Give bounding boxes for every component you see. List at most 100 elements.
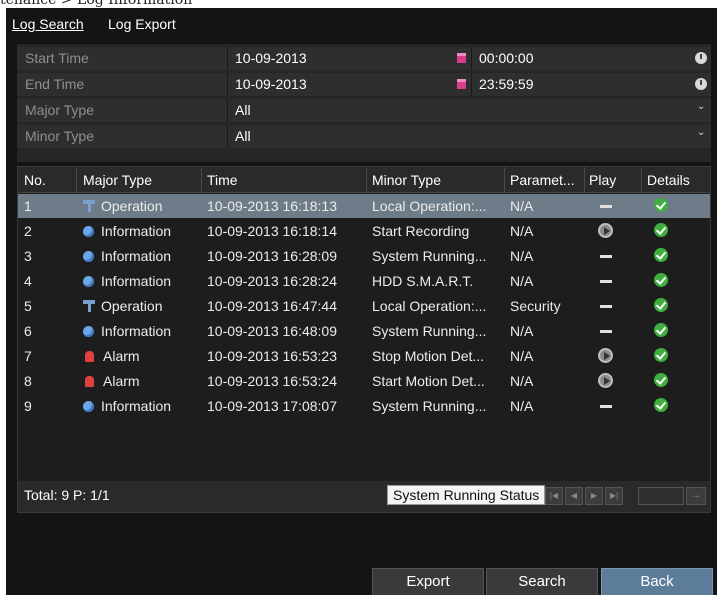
- table-row[interactable]: 2 Information 10-09-2013 16:18:14 Start Rec…: [18, 219, 710, 243]
- details-icon[interactable]: [654, 348, 668, 362]
- last-page-icon[interactable]: ▶|: [605, 487, 623, 505]
- end-date-field[interactable]: 10-09-2013: [235, 76, 307, 92]
- row-minor-type: Start Motion Det...: [372, 373, 485, 389]
- major-type-select[interactable]: All: [235, 102, 251, 118]
- row-minor-type: System Running...: [372, 248, 487, 264]
- table-row[interactable]: 1 Operation 10-09-2013 16:18:13 Local Opera…: [18, 194, 710, 218]
- row-time: 10-09-2013 16:47:44: [207, 298, 337, 314]
- end-time-field[interactable]: 23:59:59: [479, 76, 534, 92]
- details-icon[interactable]: [654, 323, 668, 337]
- row-minor-type: Local Operation:...: [372, 198, 487, 214]
- column-play: Play: [589, 172, 617, 188]
- row-major-type: Information: [83, 273, 199, 289]
- row-no: 8: [24, 373, 32, 389]
- row-minor-type: Stop Motion Det...: [372, 348, 485, 364]
- table-row[interactable]: 4 Information 10-09-2013 16:28:24 HDD S.M.A…: [18, 269, 710, 293]
- tab-bar: Log Search Log Export: [6, 8, 717, 42]
- details-icon[interactable]: [654, 273, 668, 287]
- start-date-field[interactable]: 10-09-2013: [235, 50, 307, 66]
- table-row[interactable]: 7 Alarm 10-09-2013 16:53:23 Stop Motion Det…: [18, 344, 710, 368]
- no-play-icon: [600, 405, 612, 408]
- row-time: 10-09-2013 16:18:13: [207, 198, 337, 214]
- table-row[interactable]: 8 Alarm 10-09-2013 16:53:24 Start Motion De…: [18, 369, 710, 393]
- column-minor-type: Minor Type: [372, 172, 441, 188]
- calendar-icon[interactable]: [457, 53, 466, 63]
- column-major-type: Major Type: [83, 172, 152, 188]
- operation-icon: [83, 300, 95, 312]
- row-minor-type: System Running...: [372, 323, 487, 339]
- table-row[interactable]: 9 Information 10-09-2013 17:08:07 System Ru…: [18, 394, 710, 418]
- information-icon: [83, 401, 94, 412]
- row-parameter: N/A: [510, 198, 534, 214]
- row-major-type-label: Alarm: [103, 348, 140, 364]
- row-parameter: N/A: [510, 248, 534, 264]
- row-time: 10-09-2013 16:53:23: [207, 348, 337, 364]
- page-number-input[interactable]: [638, 487, 684, 505]
- minor-type-row: Minor Type All ⌄: [17, 125, 711, 148]
- details-icon[interactable]: [654, 398, 668, 412]
- table-header: No. Major Type Time Minor Type Paramet..…: [18, 167, 710, 193]
- calendar-icon[interactable]: [457, 79, 466, 89]
- chevron-down-icon[interactable]: ⌄: [697, 101, 705, 112]
- details-icon[interactable]: [654, 223, 668, 237]
- row-major-type: Information: [83, 223, 199, 239]
- row-major-type-label: Information: [101, 248, 172, 264]
- clock-icon[interactable]: [695, 78, 707, 90]
- play-icon[interactable]: [598, 373, 613, 388]
- information-icon: [83, 251, 94, 262]
- next-page-icon[interactable]: ▶: [585, 487, 603, 505]
- major-type-label: Major Type: [25, 102, 94, 118]
- row-time: 10-09-2013 16:48:09: [207, 323, 337, 339]
- no-play-icon: [600, 205, 612, 208]
- row-parameter: N/A: [510, 273, 534, 289]
- clock-icon[interactable]: [695, 52, 707, 64]
- row-major-type: Operation: [83, 198, 199, 214]
- table-row[interactable]: 3 Information 10-09-2013 16:28:09 System Ru…: [18, 244, 710, 268]
- prev-page-icon[interactable]: ◀: [565, 487, 583, 505]
- details-icon[interactable]: [654, 198, 668, 212]
- row-major-type-label: Information: [101, 223, 172, 239]
- row-major-type: Alarm: [83, 348, 199, 364]
- search-button[interactable]: Search: [486, 568, 598, 595]
- row-parameter: N/A: [510, 348, 534, 364]
- no-play-icon: [600, 305, 612, 308]
- row-major-type: Information: [83, 398, 199, 414]
- row-parameter: N/A: [510, 323, 534, 339]
- row-minor-type: Local Operation:...: [372, 298, 487, 314]
- details-icon[interactable]: [654, 248, 668, 262]
- row-no: 9: [24, 398, 32, 414]
- table-row[interactable]: 6 Information 10-09-2013 16:48:09 System Ru…: [18, 319, 710, 343]
- row-parameter: N/A: [510, 373, 534, 389]
- row-no: 2: [24, 223, 32, 239]
- first-page-icon[interactable]: |◀: [545, 487, 563, 505]
- minor-type-select[interactable]: All: [235, 128, 251, 144]
- tab-log-search[interactable]: Log Search: [12, 16, 84, 32]
- row-parameter: N/A: [510, 398, 534, 414]
- go-page-icon[interactable]: →: [686, 487, 706, 505]
- row-major-type: Operation: [83, 298, 199, 314]
- information-icon: [83, 226, 94, 237]
- play-icon[interactable]: [598, 348, 613, 363]
- start-time-label: Start Time: [25, 50, 89, 66]
- details-icon[interactable]: [654, 373, 668, 387]
- chevron-down-icon[interactable]: ⌄: [697, 127, 705, 138]
- export-button[interactable]: Export: [372, 568, 484, 595]
- column-no: No.: [24, 172, 46, 188]
- row-minor-type: Start Recording: [372, 223, 470, 239]
- row-time: 10-09-2013 16:28:24: [207, 273, 337, 289]
- row-major-type: Information: [83, 323, 199, 339]
- tab-log-export[interactable]: Log Export: [108, 16, 176, 32]
- back-button[interactable]: Back: [601, 568, 713, 595]
- start-time-row: Start Time 10-09-2013 00:00:00: [17, 47, 711, 70]
- no-play-icon: [600, 255, 612, 258]
- details-icon[interactable]: [654, 298, 668, 312]
- row-no: 1: [24, 198, 32, 214]
- table-row[interactable]: 5 Operation 10-09-2013 16:47:44 Local Opera…: [18, 294, 710, 318]
- table-footer: Total: 9 P: 1/1 |◀ ◀ ▶ ▶| →: [18, 481, 710, 512]
- row-major-type-label: Information: [101, 273, 172, 289]
- row-time: 10-09-2013 17:08:07: [207, 398, 337, 414]
- play-icon[interactable]: [598, 223, 613, 238]
- end-time-label: End Time: [25, 76, 85, 92]
- start-time-field[interactable]: 00:00:00: [479, 50, 534, 66]
- row-minor-type: HDD S.M.A.R.T.: [372, 273, 474, 289]
